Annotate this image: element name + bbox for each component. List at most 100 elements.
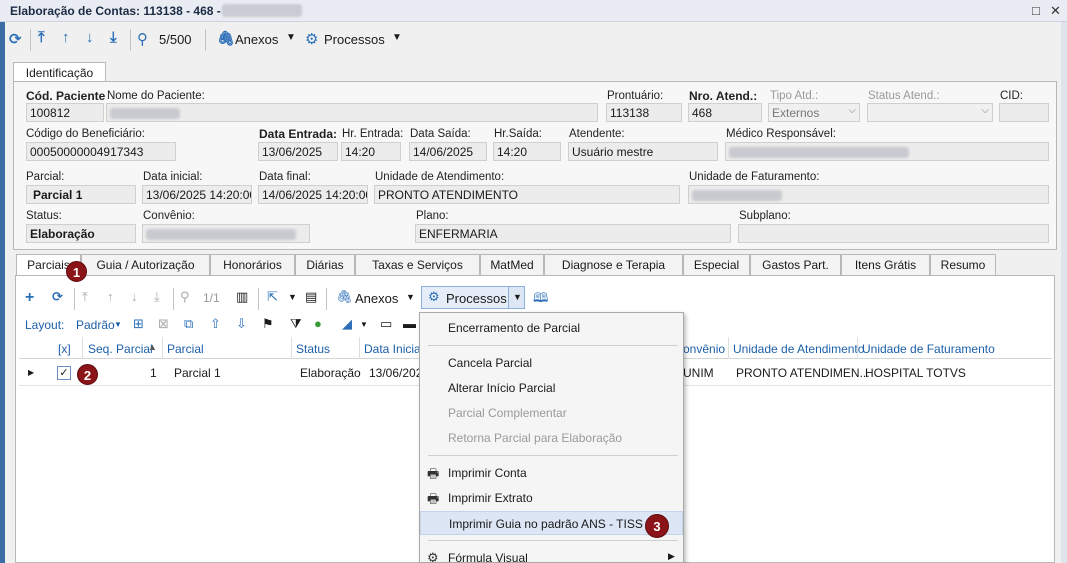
grid-view-icon[interactable]: ▭ (380, 316, 392, 332)
chevron-down-icon[interactable]: ▼ (406, 292, 415, 302)
tab-diarias[interactable]: Diárias (295, 254, 355, 275)
pin-icon[interactable]: ⚑ (262, 316, 274, 332)
chevron-down-icon[interactable]: ▼ (286, 32, 296, 43)
status-field[interactable]: Elaboração (26, 224, 136, 243)
chevron-down-icon[interactable]: ▼ (360, 320, 368, 329)
nro-atend-field[interactable]: 468 (688, 103, 762, 122)
tab-honorarios[interactable]: Honorários (210, 254, 295, 275)
tab-identificacao[interactable]: Identificação (13, 62, 106, 82)
menu-cancela-parcial[interactable]: Cancela Parcial (420, 351, 683, 375)
refresh-icon[interactable]: ⟳ (52, 289, 63, 305)
col-seq-parcial[interactable]: Seq. Parcial (88, 342, 153, 356)
chevron-down-icon[interactable]: ▼ (392, 32, 402, 43)
download-icon[interactable]: ⇩ (236, 316, 247, 332)
down-arrow-icon[interactable]: ↓ (86, 29, 94, 46)
search-icon[interactable]: ⚲ (137, 30, 148, 48)
tab-itens-gratis[interactable]: Itens Grátis (841, 254, 930, 275)
anexos-menu[interactable]: Anexos (235, 32, 278, 47)
document-icon[interactable]: ▤ (305, 289, 317, 305)
data-entrada-field[interactable]: 13/06/2025 (258, 142, 338, 161)
up-arrow-icon[interactable]: ↑ (62, 29, 70, 46)
nome-paciente-field[interactable] (106, 103, 598, 122)
data-saida-field[interactable]: 14/06/2025 (409, 142, 487, 161)
hr-entrada-field[interactable]: 14:20 (341, 142, 401, 161)
divider (173, 288, 174, 310)
subplano-field[interactable] (738, 224, 1049, 243)
data-inicial-field[interactable]: 13/06/2025 14:20:00 (142, 185, 252, 204)
row-indicator-icon: ▶ (28, 368, 35, 377)
row-checkbox[interactable]: ✓ (57, 366, 71, 380)
menu-parcial-complementar[interactable]: Parcial Complementar (420, 401, 683, 425)
tab-gastos-part[interactable]: Gastos Part. (750, 254, 841, 275)
hr-saida-field[interactable]: 14:20 (493, 142, 561, 161)
menu-imprimir-conta[interactable]: 🖶 Imprimir Conta (420, 461, 683, 485)
tab-diagnose-terapia[interactable]: Diagnose e Terapia (544, 254, 683, 275)
col-unidade-atendimento[interactable]: Unidade de Atendimento (733, 342, 864, 356)
chart-icon[interactable]: ◢ (342, 316, 352, 332)
unidade-faturamento-field[interactable] (688, 185, 1049, 204)
menu-alterar-inicio-parcial[interactable]: Alterar Início Parcial (420, 376, 683, 400)
cid-field[interactable] (999, 103, 1049, 122)
unidade-atendimento-field[interactable]: PRONTO ATENDIMENTO (374, 185, 680, 204)
last-record-icon[interactable]: ⤓ (110, 29, 117, 46)
paperclip-icon[interactable]: 🖇 (217, 30, 235, 47)
menu-encerramento-parcial[interactable]: Encerramento de Parcial (420, 316, 683, 340)
tipo-atd-select[interactable]: Externos ⌵ (768, 103, 860, 122)
paperclip-icon[interactable]: 🖇 (336, 289, 353, 305)
down-arrow-icon[interactable]: ↓ (131, 289, 138, 304)
medico-field[interactable] (725, 142, 1049, 161)
filter-icon[interactable]: ⧩ (290, 316, 302, 332)
menu-retorna-parcial[interactable]: Retorna Parcial para Elaboração (420, 426, 683, 450)
close-button[interactable]: ✕ (1050, 3, 1061, 19)
tab-guia-autorizacao[interactable]: Guia / Autorização (81, 254, 210, 275)
col-parcial[interactable]: Parcial (167, 342, 204, 356)
chevron-down-icon[interactable]: ▼ (114, 320, 122, 329)
tab-matmed[interactable]: MatMed (480, 254, 544, 275)
col-convenio[interactable]: onvênio (683, 342, 725, 356)
layout-select[interactable]: Padrão (76, 318, 115, 332)
upload-icon[interactable]: ⇧ (210, 316, 221, 332)
gear-icon[interactable]: ⚙ (428, 289, 440, 305)
export-icon[interactable]: ⇱ (267, 289, 278, 305)
col-status[interactable]: Status (296, 342, 330, 356)
plano-field[interactable]: ENFERMARIA (415, 224, 731, 243)
last-record-icon[interactable]: ⤓ (154, 289, 160, 305)
cod-paciente-field[interactable]: 100812 (26, 103, 104, 122)
remove-row-icon[interactable]: ⊠ (158, 316, 169, 332)
book-icon[interactable]: 🕮 (533, 289, 548, 311)
cod-beneficiario-field[interactable]: 00050000004917343 (26, 142, 176, 161)
menu-imprimir-extrato[interactable]: 🖶 Imprimir Extrato (420, 486, 683, 510)
refresh-icon[interactable]: ⟳ (9, 30, 22, 48)
col-select[interactable]: [x] (58, 342, 71, 356)
tab-resumo[interactable]: Resumo (930, 254, 996, 275)
add-icon[interactable]: + (25, 289, 34, 307)
first-record-icon[interactable]: ⤒ (82, 289, 88, 305)
split-view-icon[interactable]: ▬ (403, 316, 416, 331)
menu-imprimir-guia-tiss[interactable]: Imprimir Guia no padrão ANS - TISS (420, 511, 683, 535)
col-unidade-faturamento[interactable]: Unidade de Faturamento (862, 342, 995, 356)
columns-icon[interactable]: ▥ (236, 289, 248, 305)
menu-formula-visual[interactable]: ⚙ Fórmula Visual ▶ (420, 546, 683, 562)
tab-taxas-servicos[interactable]: Taxas e Serviços (355, 254, 480, 275)
restore-button[interactable]: □ (1032, 3, 1040, 18)
search-icon[interactable]: ⚲ (180, 289, 190, 305)
parcial-field[interactable]: Parcial 1 (26, 185, 136, 204)
color-icon[interactable]: ● (314, 316, 322, 331)
chevron-down-icon[interactable]: ▼ (288, 292, 297, 302)
processos-menu[interactable]: Processos (446, 291, 507, 306)
data-final-field[interactable]: 14/06/2025 14:20:00 (258, 185, 368, 204)
processos-menu[interactable]: Processos (324, 32, 385, 47)
col-data-inicial[interactable]: Data Inicial (364, 342, 423, 356)
atendente-field[interactable]: Usuário mestre (568, 142, 718, 161)
tab-especial[interactable]: Especial (683, 254, 750, 275)
prontuario-field[interactable]: 113138 (606, 103, 682, 122)
convenio-field[interactable] (142, 224, 310, 243)
status-atend-select[interactable]: ⌵ (867, 103, 993, 122)
save-layout-icon[interactable]: ⧉ (184, 316, 193, 332)
add-row-icon[interactable]: ⊞ (133, 316, 144, 332)
chevron-down-icon[interactable]: ▼ (513, 292, 522, 302)
up-arrow-icon[interactable]: ↑ (107, 289, 114, 304)
first-record-icon[interactable]: ⤒ (38, 29, 45, 46)
anexos-menu[interactable]: Anexos (355, 291, 398, 306)
gear-icon[interactable]: ⚙ (305, 30, 318, 48)
